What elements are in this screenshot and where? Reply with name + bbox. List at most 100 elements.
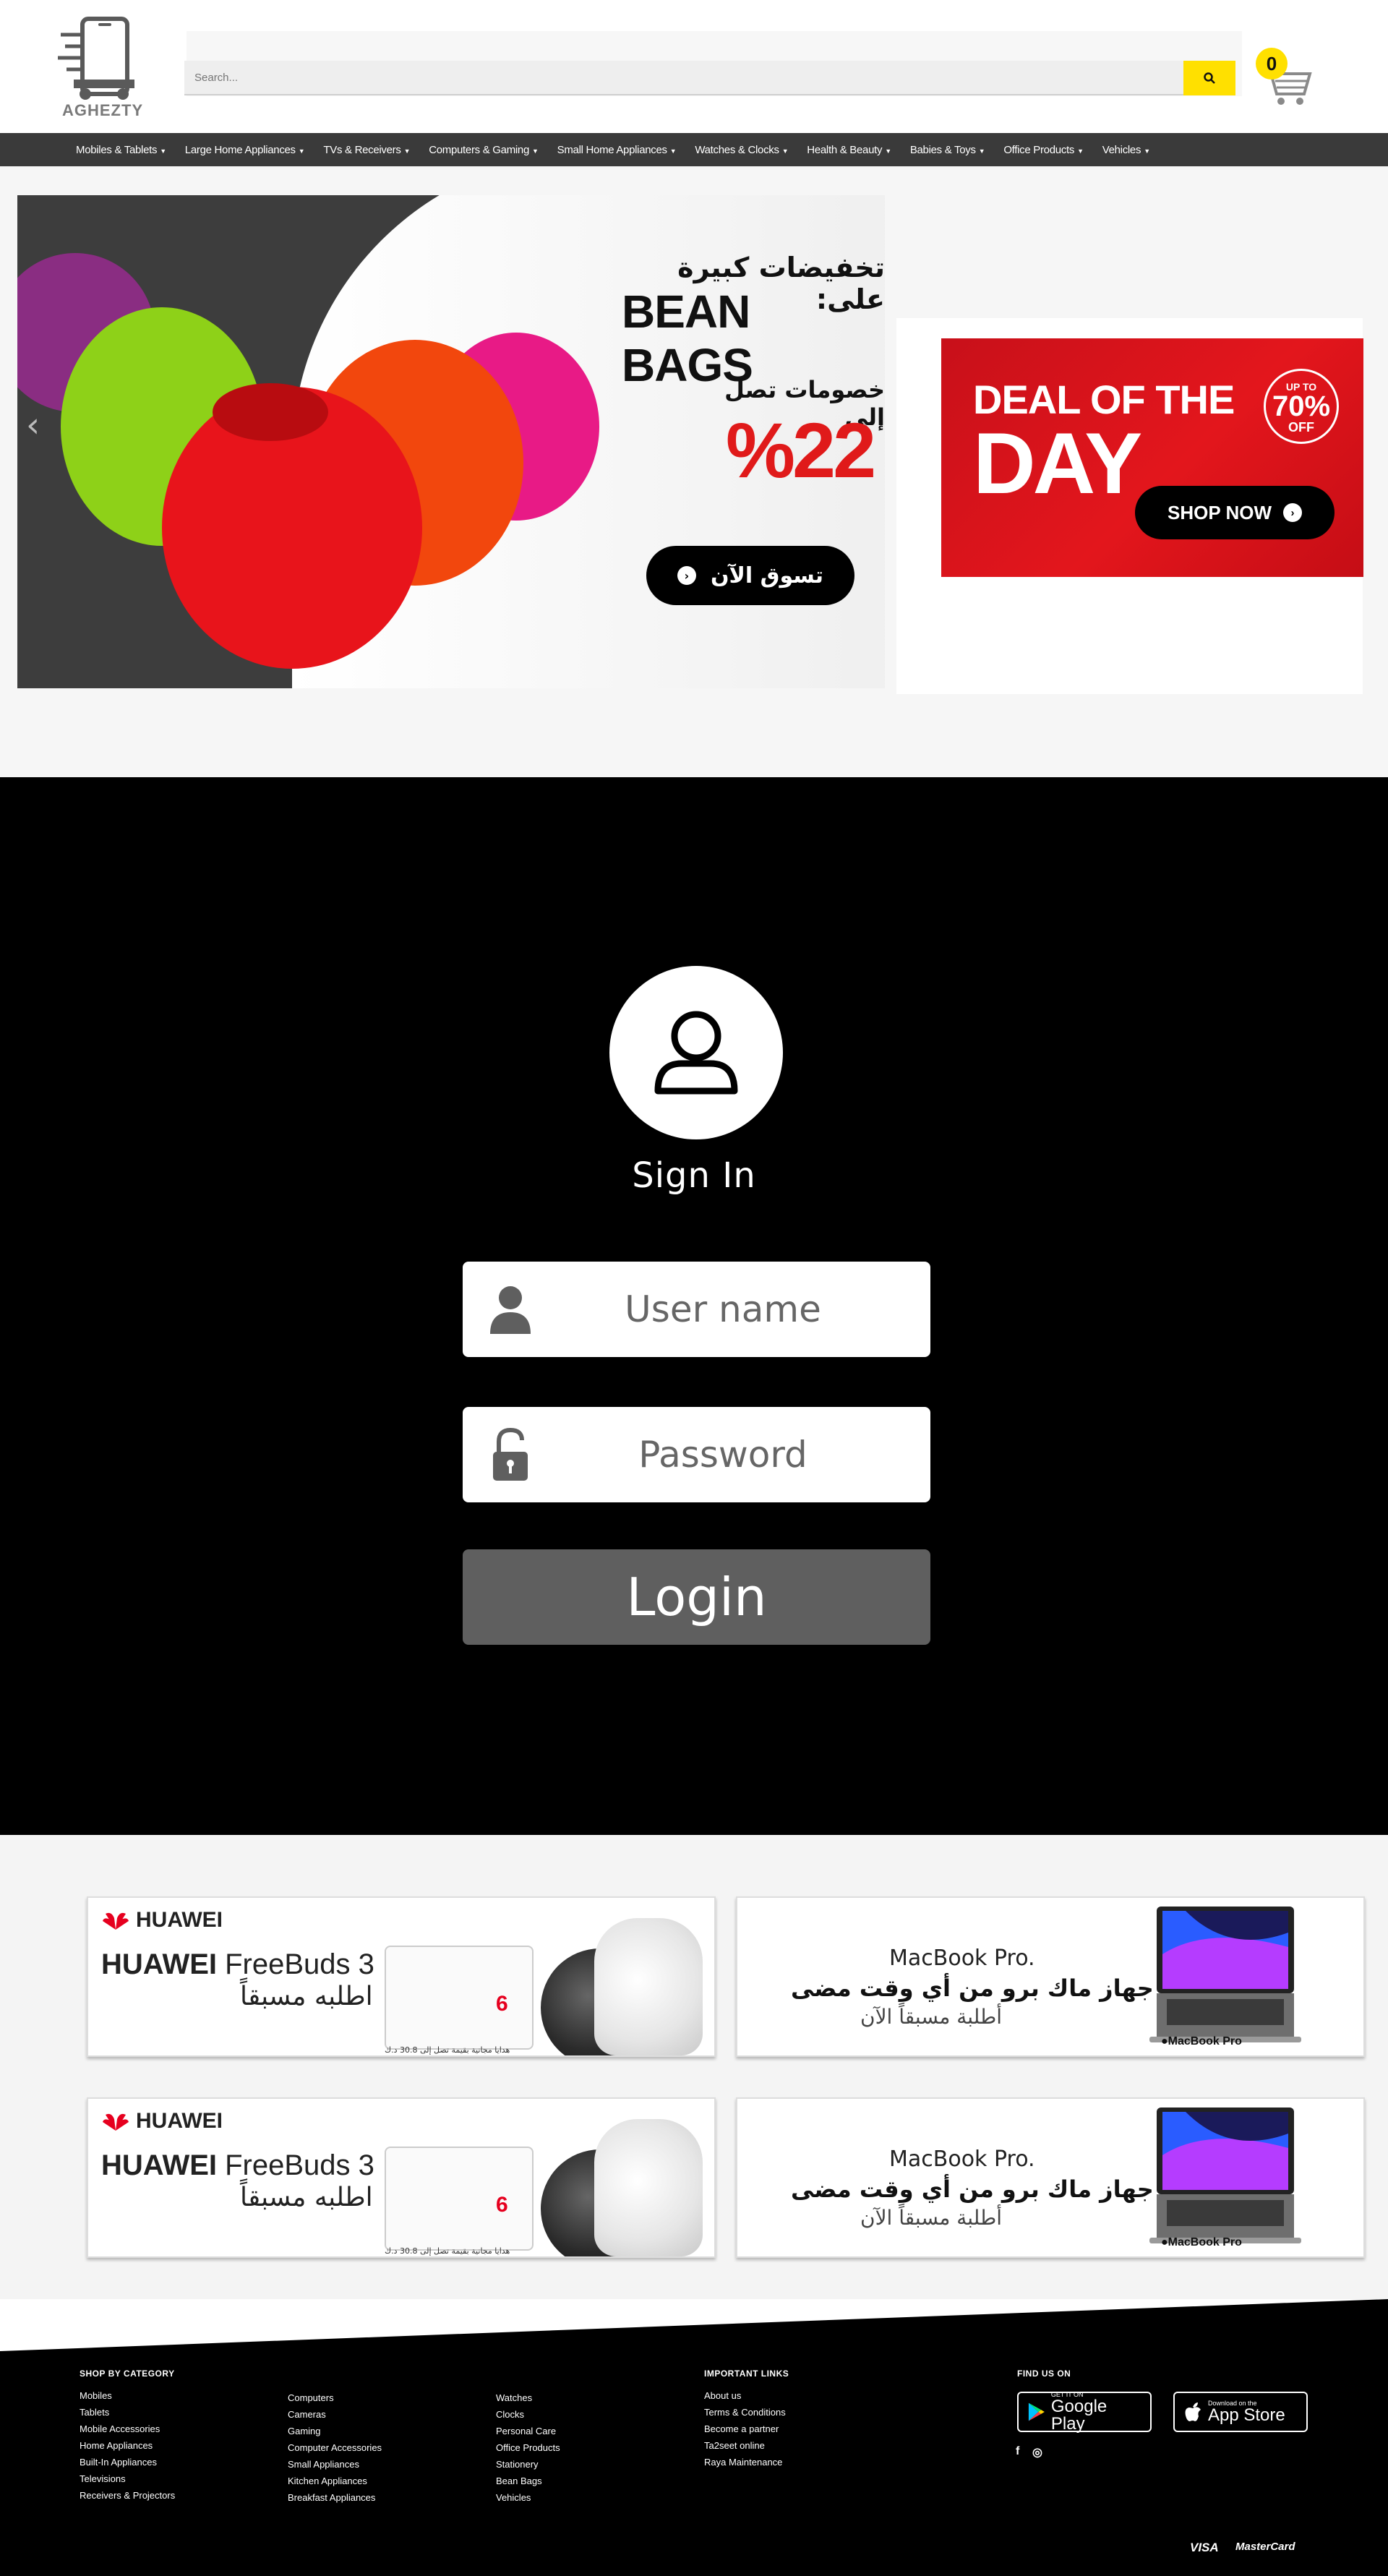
nav-item-vehicles[interactable]: Vehicles ▼ bbox=[1102, 144, 1150, 156]
site-footer bbox=[0, 2299, 1388, 2576]
apple-icon bbox=[1185, 2402, 1201, 2421]
huawei-brand: HUAWEI bbox=[101, 2109, 223, 2134]
huawei-logo-icon bbox=[103, 1912, 129, 1930]
footer-link[interactable]: Ta2seet online bbox=[704, 2437, 789, 2454]
deal-off: OFF bbox=[1288, 420, 1314, 435]
google-play-badge[interactable]: GET IT ON Google Play bbox=[1017, 2391, 1152, 2433]
macbook-promo-banner[interactable]: MacBook Pro. أقوى جهاز ماك برو من أي وقت… bbox=[736, 2097, 1365, 2258]
footer-heading-find-us: FIND US ON bbox=[1017, 2369, 1071, 2379]
hero-slider[interactable]: ‹ › تخفيضات كبيرة على: BEAN BAGS خصومات … bbox=[17, 195, 885, 688]
nav-item-label: Health & Beauty bbox=[807, 143, 883, 156]
footer-link[interactable]: Home Appliances bbox=[80, 2437, 175, 2454]
nav-item-label: Office Products bbox=[1003, 143, 1075, 156]
footer-link[interactable]: Receivers & Projectors bbox=[80, 2487, 175, 2504]
macbook-caption-label: MacBook Pro bbox=[1168, 2236, 1242, 2248]
footer-link[interactable]: Gaming bbox=[288, 2423, 382, 2439]
chevron-left-icon: ‹ bbox=[677, 566, 696, 585]
instagram-icon[interactable]: ◎ bbox=[1032, 2445, 1042, 2460]
freebuds-image bbox=[594, 1918, 703, 2055]
huawei-promo-banner[interactable]: HUAWEI HUAWEI FreeBuds 3 اطلبه مسبقاً 6 … bbox=[87, 1896, 716, 2057]
nav-item-mobiles-tablets[interactable]: Mobiles & Tablets ▼ bbox=[76, 144, 166, 156]
search-input[interactable] bbox=[184, 61, 1183, 95]
slide-shop-button[interactable]: تسوق الآن ‹ bbox=[646, 546, 854, 605]
macbook-promo-banner[interactable]: MacBook Pro. أقوى جهاز ماك برو من أي وقت… bbox=[736, 1896, 1365, 2057]
footer-link[interactable]: Televisions bbox=[80, 2470, 175, 2487]
sign-in-title: Sign In bbox=[632, 1155, 756, 1196]
search-icon bbox=[1204, 72, 1215, 84]
footer-link[interactable]: Kitchen Appliances bbox=[288, 2473, 382, 2489]
footer-link[interactable]: Raya Maintenance bbox=[704, 2454, 789, 2470]
footer-link[interactable]: Vehicles bbox=[496, 2489, 560, 2506]
nav-item-tvs-receivers[interactable]: TVs & Receivers ▼ bbox=[323, 144, 410, 156]
huawei-cta-arabic: اطلبه مسبقاً bbox=[240, 2183, 373, 2212]
nav-item-computers-gaming[interactable]: Computers & Gaming ▼ bbox=[429, 143, 539, 156]
chevron-down-icon: ▼ bbox=[532, 147, 539, 155]
chevron-right-icon: › bbox=[1282, 503, 1302, 522]
nav-item-babies-toys[interactable]: Babies & Toys ▼ bbox=[910, 144, 985, 156]
huawei-title-rest: FreeBuds 3 bbox=[225, 1948, 374, 1980]
huawei-promo-banner[interactable]: HUAWEI HUAWEI FreeBuds 3 اطلبه مسبقاً 6 … bbox=[87, 2097, 716, 2258]
username-field[interactable] bbox=[463, 1262, 930, 1357]
footer-link[interactable]: Mobile Accessories bbox=[80, 2421, 175, 2437]
footer-link[interactable]: Mobiles bbox=[80, 2387, 175, 2404]
huawei-brand: HUAWEI bbox=[101, 1908, 223, 1933]
app-store-badge[interactable]: Download on the App Store bbox=[1173, 2392, 1308, 2432]
footer-link[interactable]: Breakfast Appliances bbox=[288, 2489, 382, 2506]
footer-link[interactable]: Built-In Appliances bbox=[80, 2454, 175, 2470]
apple-logo-icon: ● bbox=[1161, 2236, 1168, 2248]
facebook-icon[interactable]: f bbox=[1016, 2445, 1019, 2458]
deal-of-the-day-banner[interactable]: DEAL OF THE DAY UP TO 70% OFF SHOP NOW › bbox=[941, 338, 1363, 577]
cart-count-badge: 0 bbox=[1256, 48, 1288, 80]
nav-item-large-home-appliances[interactable]: Large Home Appliances ▼ bbox=[185, 144, 305, 156]
slider-prev-arrow[interactable]: ‹ bbox=[26, 405, 40, 445]
bean-bags-image bbox=[17, 253, 599, 669]
footer-col-find-us: FIND US ON bbox=[1017, 2369, 1071, 2387]
huawei-title-rest: FreeBuds 3 bbox=[225, 2149, 374, 2181]
logo-text: AGHEZTY bbox=[62, 101, 144, 119]
login-button[interactable]: Login bbox=[463, 1549, 930, 1645]
shop-now-button[interactable]: SHOP NOW › bbox=[1135, 486, 1335, 539]
footer-col-important-links: IMPORTANT LINKS About us Terms & Conditi… bbox=[704, 2369, 789, 2470]
footer-link[interactable]: Office Products bbox=[496, 2439, 560, 2456]
nav-item-small-home-appliances[interactable]: Small Home Appliances ▼ bbox=[557, 144, 677, 156]
nav-item-office-products[interactable]: Office Products ▼ bbox=[1003, 143, 1084, 156]
slide-shop-label: تسوق الآن bbox=[710, 562, 824, 589]
nav-item-label: Vehicles bbox=[1102, 143, 1141, 156]
footer-link[interactable]: Stationery bbox=[496, 2456, 560, 2473]
deal-title-line2: DAY bbox=[973, 415, 1142, 512]
footer-link[interactable]: Computers bbox=[288, 2389, 382, 2406]
nav-item-label: Small Home Appliances bbox=[557, 143, 667, 156]
user-icon bbox=[654, 1011, 738, 1095]
nav-item-label: Computers & Gaming bbox=[429, 143, 530, 156]
footer-link[interactable]: About us bbox=[704, 2387, 789, 2404]
footer-link[interactable]: Bean Bags bbox=[496, 2473, 560, 2489]
footer-link[interactable]: Cameras bbox=[288, 2406, 382, 2423]
footer-heading-shop-by-category: SHOP BY CATEGORY bbox=[80, 2369, 175, 2379]
huawei-logo-icon bbox=[103, 2113, 129, 2131]
lock-icon bbox=[484, 1427, 536, 1481]
search-button[interactable] bbox=[1183, 61, 1235, 95]
footer-link[interactable]: Computer Accessories bbox=[288, 2439, 382, 2456]
chevron-down-icon: ▼ bbox=[1144, 147, 1150, 155]
huawei-cta-arabic: اطلبه مسبقاً bbox=[240, 1982, 373, 2011]
nav-item-label: Mobiles & Tablets bbox=[76, 143, 158, 156]
username-input[interactable] bbox=[549, 1262, 896, 1357]
password-input[interactable] bbox=[549, 1407, 896, 1502]
chevron-down-icon: ▼ bbox=[978, 147, 985, 155]
footer-link[interactable]: Personal Care bbox=[496, 2423, 560, 2439]
footer-link[interactable]: Terms & Conditions bbox=[704, 2404, 789, 2421]
footer-link[interactable]: Tablets bbox=[80, 2404, 175, 2421]
chevron-down-icon: ▼ bbox=[669, 147, 677, 155]
footer-link[interactable]: Small Appliances bbox=[288, 2456, 382, 2473]
macbook-image bbox=[1149, 2108, 1301, 2243]
nav-item-watches-clocks[interactable]: Watches & Clocks ▼ bbox=[695, 144, 788, 156]
footer-col-categories-1: SHOP BY CATEGORY Mobiles Tablets Mobile … bbox=[80, 2369, 175, 2504]
nav-item-health-beauty[interactable]: Health & Beauty ▼ bbox=[807, 144, 891, 156]
app-store-big: App Store bbox=[1208, 2405, 1285, 2425]
footer-link[interactable]: Watches bbox=[496, 2389, 560, 2406]
footer-link[interactable]: Become a partner bbox=[704, 2421, 789, 2437]
password-field[interactable] bbox=[463, 1407, 930, 1502]
footer-link[interactable]: Clocks bbox=[496, 2406, 560, 2423]
huawei-brand-label: HUAWEI bbox=[136, 2109, 223, 2133]
chevron-down-icon: ▼ bbox=[885, 147, 891, 155]
